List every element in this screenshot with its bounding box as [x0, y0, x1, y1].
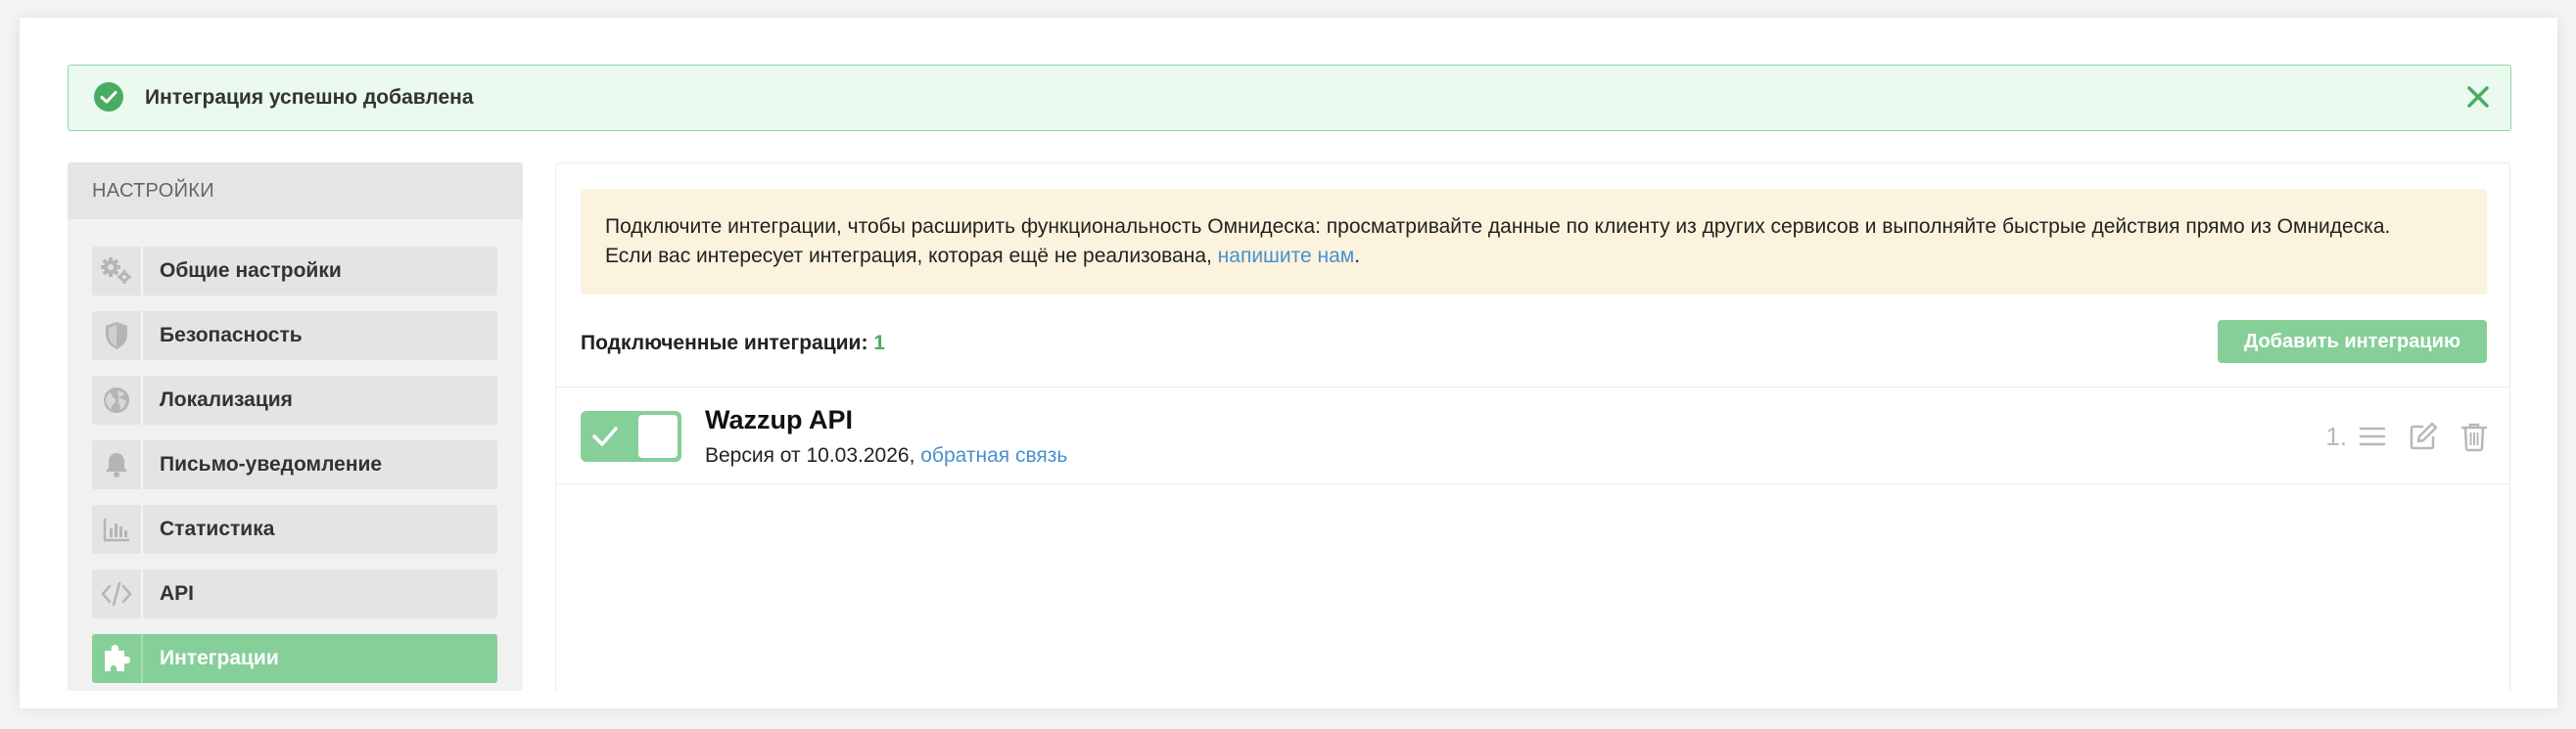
toggle-knob: [638, 415, 678, 458]
code-icon: [101, 581, 132, 607]
check-circle-icon: [94, 82, 123, 112]
feedback-link[interactable]: обратная связь: [920, 444, 1067, 467]
success-alert: Интеграция успешно добавлена: [68, 65, 2511, 131]
sidebar-item-api[interactable]: API: [92, 570, 497, 618]
sidebar-item-label: Локализация: [160, 388, 293, 411]
settings-sidebar: НАСТРОЙКИ Общие настройки Безопасность Л…: [68, 162, 523, 691]
sidebar-item-security[interactable]: Безопасность: [92, 311, 497, 360]
sidebar-header: НАСТРОЙКИ: [68, 162, 523, 219]
sidebar-item-statistics[interactable]: Статистика: [92, 505, 497, 554]
edit-icon[interactable]: [2408, 421, 2439, 452]
close-icon[interactable]: [2465, 84, 2491, 110]
sidebar-item-notification-email[interactable]: Письмо-уведомление: [92, 440, 497, 489]
puzzle-icon: [105, 645, 130, 671]
check-icon: [592, 427, 618, 446]
sidebar-item-label: Общие настройки: [160, 259, 342, 282]
integration-name: Wazzup API: [705, 405, 853, 434]
integrations-panel: Подключите интеграции, чтобы расширить ф…: [555, 162, 2510, 691]
sidebar-item-label: Письмо-уведомление: [160, 453, 383, 476]
shield-icon: [106, 322, 127, 349]
gears-icon: [101, 257, 131, 284]
add-integration-button[interactable]: Добавить интеграцию: [2218, 320, 2487, 363]
connected-integrations-label: Подключенные интеграции: 1: [581, 332, 885, 354]
globe-icon: [104, 387, 129, 413]
sidebar-item-label: Интеграции: [160, 647, 279, 669]
sidebar-item-localization[interactable]: Локализация: [92, 376, 497, 425]
info-text-line1: Подключите интеграции, чтобы расширить ф…: [605, 215, 2391, 238]
drag-handle-icon[interactable]: [2357, 421, 2388, 452]
connected-integrations-row: Подключенные интеграции: 1 Добавить инте…: [581, 320, 2487, 363]
sidebar-item-label: Безопасность: [160, 324, 303, 346]
sidebar-item-label: API: [160, 582, 195, 605]
integration-actions: 1.: [2325, 417, 2490, 456]
integration-order: 1.: [2325, 421, 2347, 451]
sidebar-menu: Общие настройки Безопасность Локализация: [92, 247, 497, 691]
connected-count: 1: [873, 332, 885, 354]
integration-version: Версия от 10.03.2026, обратная связь: [705, 444, 1068, 467]
integration-row: Wazzup API Версия от 10.03.2026, обратна…: [556, 387, 2509, 484]
trash-icon[interactable]: [2459, 421, 2490, 452]
bar-chart-icon: [103, 519, 129, 542]
info-text-line2: Если вас интересует интеграция, которая …: [605, 245, 1361, 267]
sidebar-item-integrations[interactable]: Интеграции: [92, 634, 497, 683]
alert-message: Интеграция успешно добавлена: [145, 86, 474, 109]
sidebar-item-general[interactable]: Общие настройки: [92, 247, 497, 296]
integration-toggle[interactable]: [581, 411, 681, 462]
write-us-link[interactable]: напишите нам: [1218, 245, 1355, 267]
integrations-info-banner: Подключите интеграции, чтобы расширить ф…: [581, 189, 2487, 295]
bell-icon: [106, 453, 127, 478]
sidebar-item-label: Статистика: [160, 518, 275, 540]
